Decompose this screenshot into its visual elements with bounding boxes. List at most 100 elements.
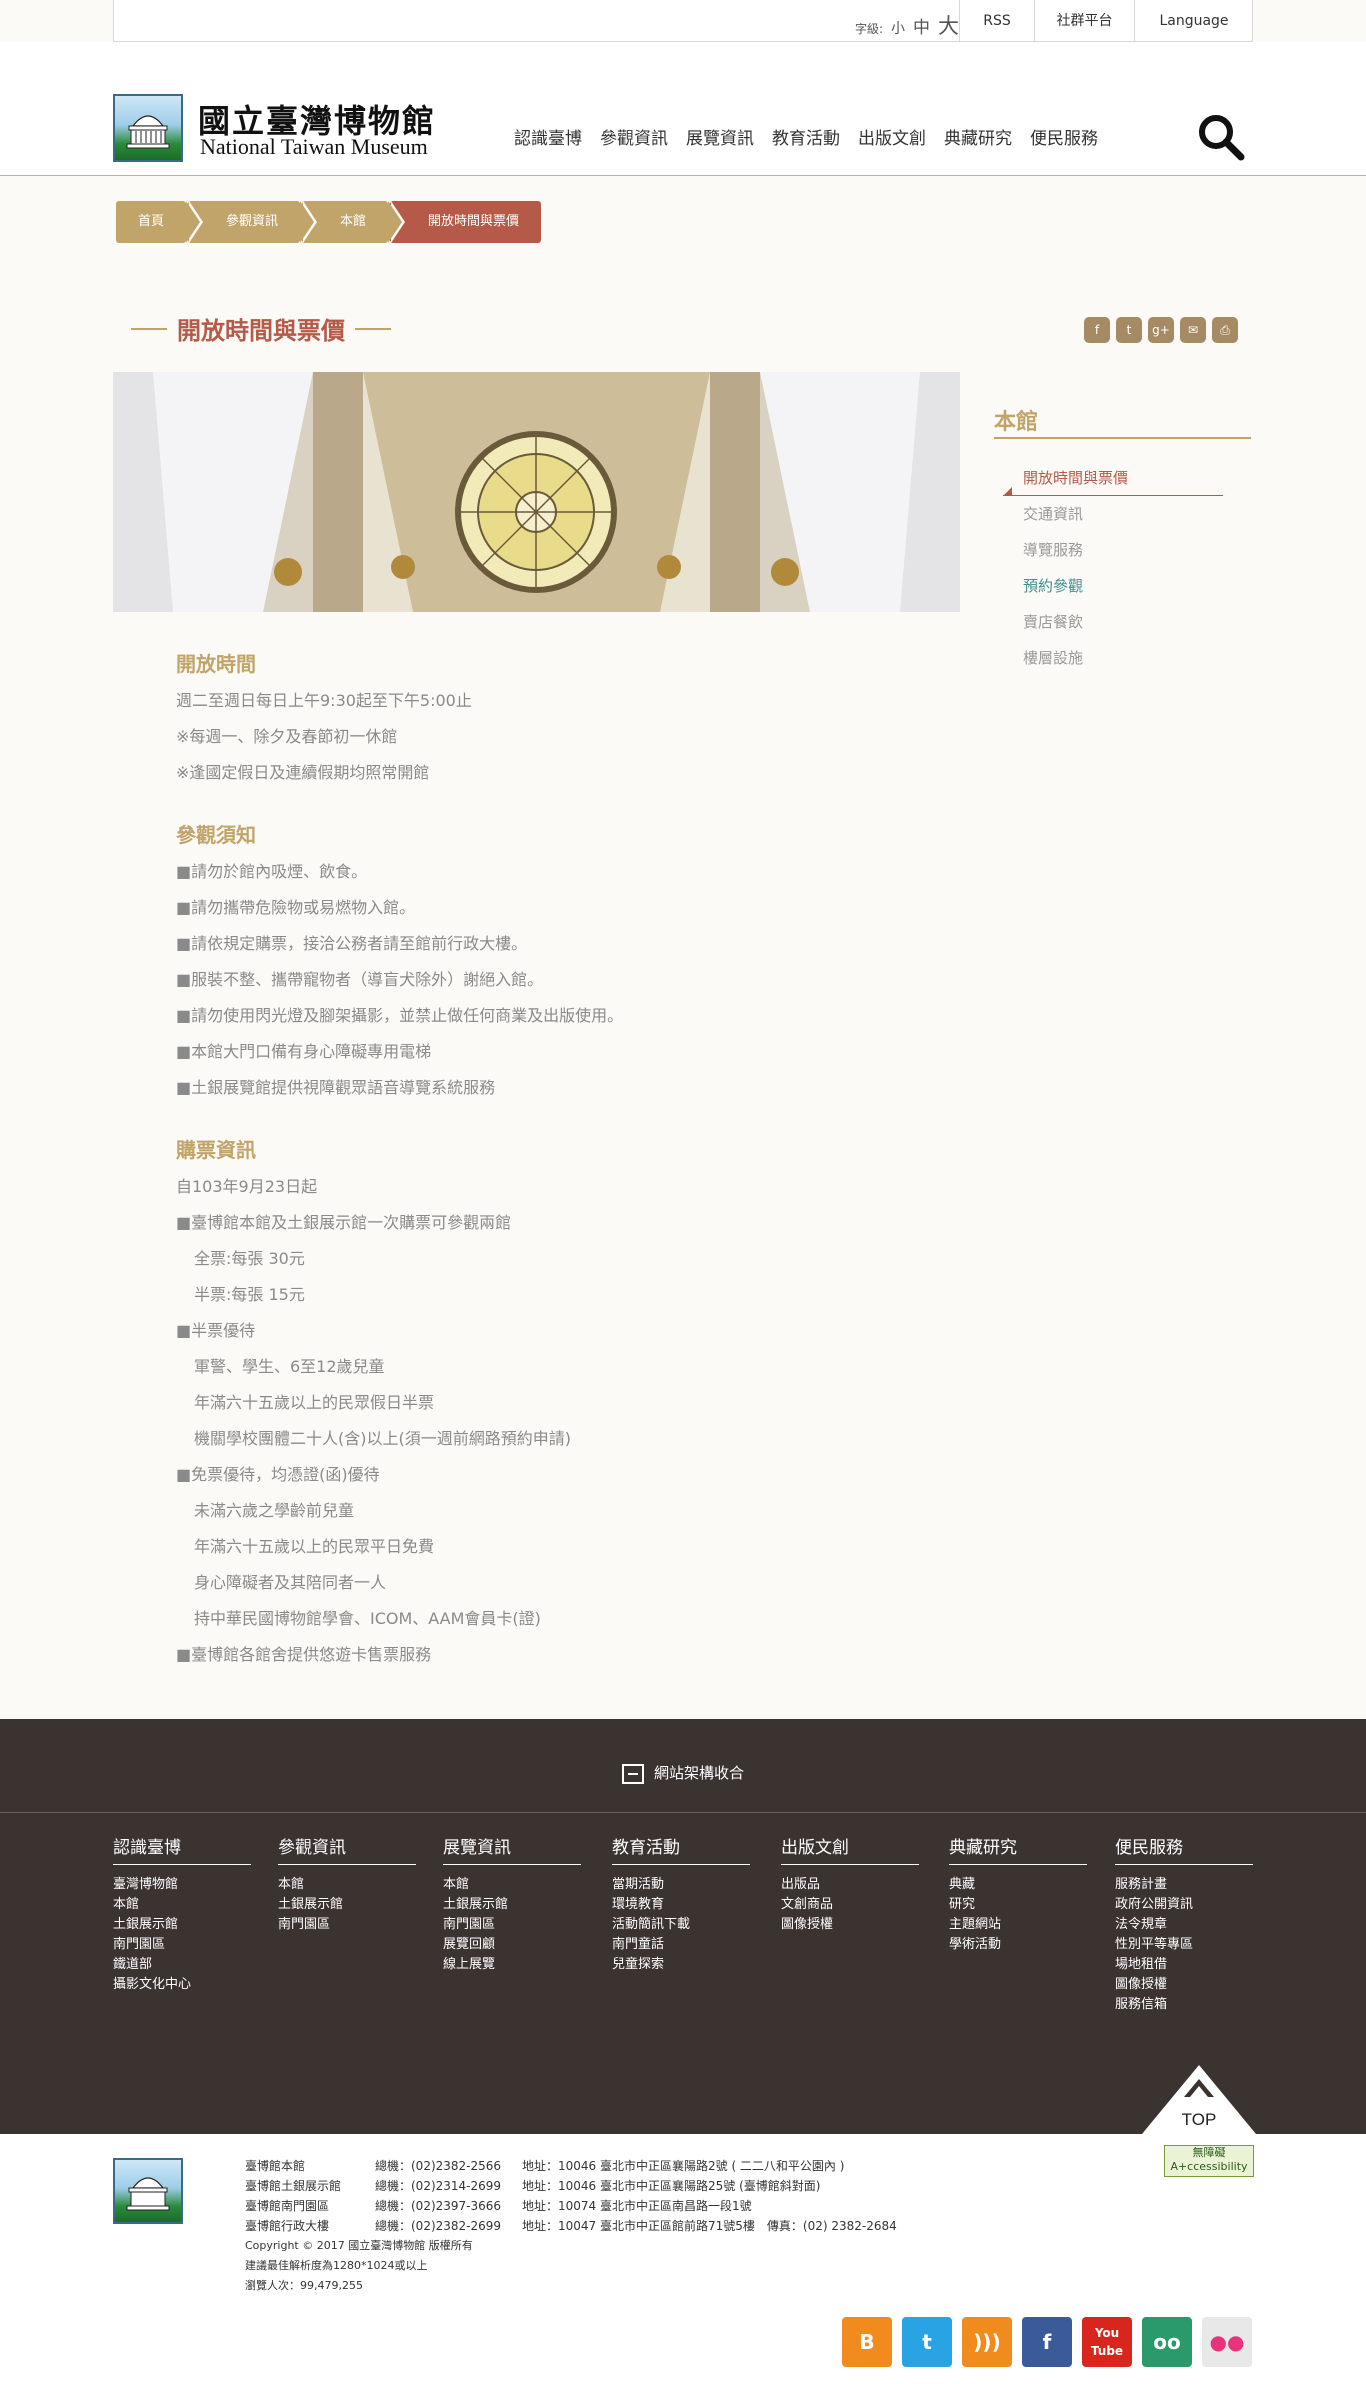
side-menu-title: 本館 (994, 410, 1039, 435)
side-item-reservation[interactable]: 預約參觀 (1003, 568, 1223, 604)
breadcrumb-home[interactable]: 首頁 (116, 201, 204, 243)
facebook-icon[interactable]: f (1022, 2317, 1072, 2367)
nav-collections[interactable]: 典藏研究 (944, 124, 1012, 149)
footer-link[interactable]: 服務信箱 (1115, 1995, 1253, 2015)
contact-row: 臺博館南門園區 總機：(02)2397-3666 地址：10074 臺北市中正區南昌… (245, 2199, 752, 2213)
nav-education[interactable]: 教育活動 (772, 124, 840, 149)
footer-link[interactable]: 場地租借 (1115, 1955, 1253, 1975)
museum-logo-icon[interactable] (113, 94, 183, 162)
side-item-floor-facilities[interactable]: 樓層設施 (1003, 640, 1223, 676)
accessibility-badge-label: 無障礙 (1192, 2146, 1226, 2159)
footer-link[interactable]: 主題網站 (949, 1915, 1087, 1935)
notice-line: ■土銀展覽館提供視障觀眾語音導覽系統服務 (176, 1078, 496, 1097)
ticket-line: 半票:每張 15元 (194, 1285, 305, 1304)
breadcrumb: 首頁 參觀資訊 本館 開放時間與票價 (116, 201, 543, 243)
footer-link[interactable]: 出版品 (781, 1875, 919, 1895)
footer-column-title[interactable]: 展覽資訊 (443, 1833, 581, 1865)
collapse-icon (621, 1763, 644, 1784)
print-icon[interactable]: ⎙ (1212, 317, 1238, 343)
social-links: Bt))) f You Tube oo ●● (842, 2317, 1252, 2367)
copyright-text: Copyright © 2017 國立臺灣博物館 版權所有 (245, 2239, 473, 2252)
twitter-icon[interactable]: t (1116, 317, 1142, 343)
footer-link[interactable]: 線上展覽 (443, 1955, 581, 1975)
breadcrumb-current[interactable]: 開放時間與票價 (390, 201, 542, 243)
footer-link[interactable]: 南門園區 (113, 1935, 251, 1955)
opening-hours-line: ※每週一、除夕及春節初一休館 (176, 727, 398, 746)
breadcrumb-visit-info[interactable]: 參觀資訊 (188, 201, 318, 243)
footer-link[interactable]: 政府公開資訊 (1115, 1895, 1253, 1915)
footer-link[interactable]: 臺灣博物館 (113, 1875, 251, 1895)
nav-visit-info[interactable]: 參觀資訊 (600, 124, 668, 149)
footer-column-title[interactable]: 典藏研究 (949, 1833, 1087, 1865)
footer-column-title[interactable]: 參觀資訊 (278, 1833, 416, 1865)
footer-column-title[interactable]: 教育活動 (612, 1833, 750, 1865)
footer-link[interactable]: 圖像授權 (1115, 1975, 1253, 1995)
nav-services[interactable]: 便民服務 (1030, 124, 1098, 149)
footer-link[interactable]: 學術活動 (949, 1935, 1087, 1955)
footer-link[interactable]: 環境教育 (612, 1895, 750, 1915)
side-item-shop-dining[interactable]: 賣店餐飲 (1003, 604, 1223, 640)
search-icon[interactable] (1196, 112, 1246, 162)
footer-link[interactable]: 土銀展示館 (443, 1895, 581, 1915)
main-nav: 認識臺博 參觀資訊 展覽資訊 教育活動 出版文創 典藏研究 便民服務 (514, 124, 1098, 149)
language-link[interactable]: Language (1134, 0, 1253, 42)
footer-link[interactable]: 當期活動 (612, 1875, 750, 1895)
youtube-icon[interactable]: You Tube (1082, 2317, 1132, 2367)
opening-hours-title: 開放時間 (176, 652, 256, 676)
tripadvisor-icon[interactable]: oo (1142, 2317, 1192, 2367)
footer-column-title[interactable]: 出版文創 (781, 1833, 919, 1865)
back-to-top-button[interactable]: TOP (1142, 2065, 1256, 2134)
accessibility-badge[interactable]: 無障礙 A+ccessibility (1164, 2145, 1254, 2177)
footer-link[interactable]: 活動簡訊下載 (612, 1915, 750, 1935)
footer-column-title[interactable]: 認識臺博 (113, 1833, 251, 1865)
footer-link[interactable]: 研究 (949, 1895, 1087, 1915)
footer-column: 便民服務服務計畫 政府公開資訊 法令規章 性別平等專區 場地租借 圖像授權 服務信箱 (1115, 1833, 1253, 2015)
font-size-small-button[interactable]: 小 (891, 18, 905, 38)
footer-link[interactable]: 土銀展示館 (278, 1895, 416, 1915)
nav-about[interactable]: 認識臺博 (514, 124, 582, 149)
contact-row: 臺博館行政大樓 總機：(02)2382-2699 地址：10047 臺北市中正區館前… (245, 2219, 897, 2233)
footer-link[interactable]: 服務計畫 (1115, 1875, 1253, 1895)
footer-link[interactable]: 法令規章 (1115, 1915, 1253, 1935)
ticket-line: 年滿六十五歲以上的民眾平日免費 (194, 1537, 435, 1556)
blogger-icon[interactable]: B (842, 2317, 892, 2367)
side-item-guided-tours[interactable]: 導覽服務 (1003, 532, 1223, 568)
footer-column-title[interactable]: 便民服務 (1115, 1833, 1253, 1865)
footer-link[interactable]: 土銀展示館 (113, 1915, 251, 1935)
notice-line: ■請勿攜帶危險物或易燃物入館。 (176, 898, 416, 917)
footer-link[interactable]: 文創商品 (781, 1895, 919, 1915)
facebook-icon[interactable]: f (1084, 317, 1110, 343)
footer-link[interactable]: 本館 (443, 1875, 581, 1895)
rss-icon[interactable]: ))) (962, 2317, 1012, 2367)
footer-link[interactable]: 圖像授權 (781, 1915, 919, 1935)
font-size-medium-button[interactable]: 中 (913, 13, 930, 38)
footer-link[interactable]: 攝影文化中心 (113, 1975, 251, 1995)
email-icon[interactable]: ✉ (1180, 317, 1206, 343)
side-item-hours-tickets[interactable]: 開放時間與票價 (1003, 460, 1223, 496)
footer-column: 典藏研究 典藏 研究 主題網站 學術活動 (949, 1833, 1087, 1955)
flickr-icon[interactable]: ●● (1202, 2317, 1252, 2367)
footer-link[interactable]: 南門園區 (278, 1915, 416, 1935)
footer-link[interactable]: 典藏 (949, 1875, 1087, 1895)
twitter-icon[interactable]: t (902, 2317, 952, 2367)
footer-link[interactable]: 南門園區 (443, 1915, 581, 1935)
footer-link[interactable]: 鐵道部 (113, 1955, 251, 1975)
footer-link[interactable]: 本館 (278, 1875, 416, 1895)
googleplus-icon[interactable]: g+ (1148, 317, 1174, 343)
side-item-transport[interactable]: 交通資訊 (1003, 496, 1223, 532)
social-platform-link[interactable]: 社群平台 (1034, 0, 1134, 42)
sitemap-collapse-toggle[interactable]: 網站架構收合 (0, 1762, 1366, 1784)
rss-link[interactable]: RSS (959, 0, 1034, 42)
ticket-line: ■半票優待 (176, 1321, 256, 1340)
ticket-line: 身心障礙者及其陪同者一人 (194, 1573, 387, 1592)
nav-publications[interactable]: 出版文創 (858, 124, 926, 149)
font-size-large-button[interactable]: 大 (938, 10, 959, 40)
footer-link[interactable]: 本館 (113, 1895, 251, 1915)
footer-link[interactable]: 展覽回顧 (443, 1935, 581, 1955)
footer-link[interactable]: 兒童探索 (612, 1955, 750, 1975)
logo-english-name[interactable]: National Taiwan Museum (200, 134, 428, 160)
nav-exhibitions[interactable]: 展覽資訊 (686, 124, 754, 149)
footer-link[interactable]: 性別平等專區 (1115, 1935, 1253, 1955)
contact-table: 臺博館本館 總機：(02)2382-2566 地址：10046 臺北市中正區襄陽路2… (245, 2156, 897, 2236)
footer-link[interactable]: 南門童話 (612, 1935, 750, 1955)
